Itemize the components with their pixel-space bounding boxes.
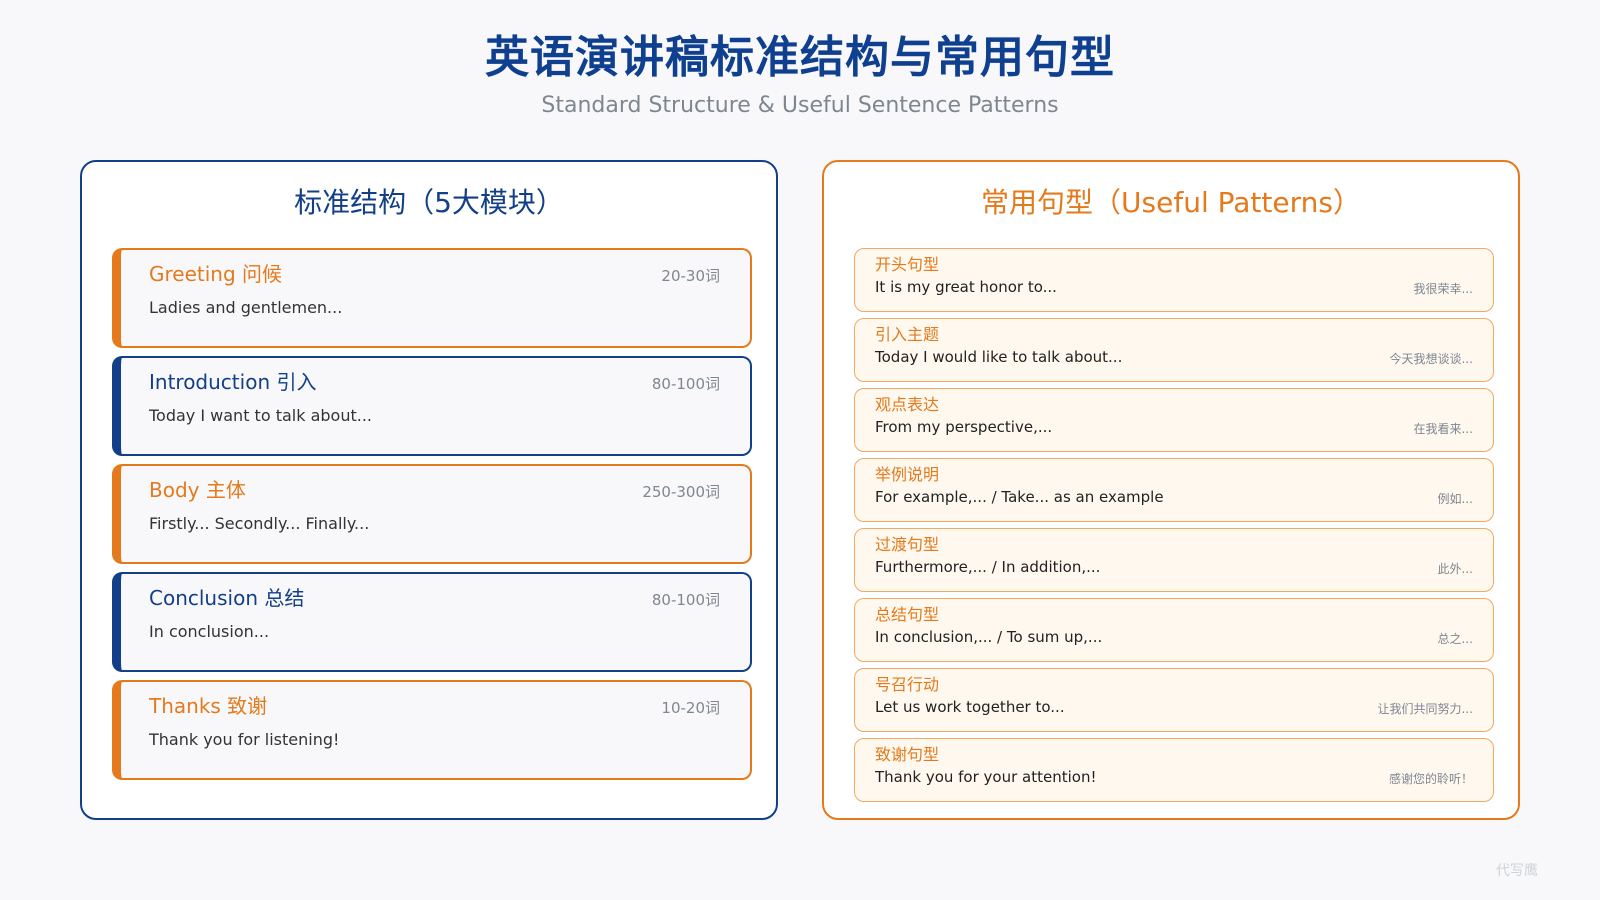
pattern-english: Today I would like to talk about...	[875, 348, 1123, 367]
pattern-title: 开头句型	[875, 255, 940, 274]
pattern-card-summary: 总结句型 In conclusion,... / To sum up,... 总…	[854, 598, 1494, 662]
module-card-thanks: Thanks 致谢 10-20词 Thank you for listening…	[112, 680, 752, 780]
patterns-panel-title: 常用句型（Useful Patterns）	[981, 186, 1361, 219]
module-word-count: 80-100词	[651, 591, 720, 609]
pattern-english: From my perspective,...	[875, 418, 1053, 437]
module-title: Introduction 引入	[149, 370, 317, 394]
pattern-card-example: 举例说明 For example,... / Take... as an exa…	[854, 458, 1494, 522]
pattern-card-transition: 过渡句型 Furthermore,... / In addition,... 此…	[854, 528, 1494, 592]
page-title: 英语演讲稿标准结构与常用句型	[485, 32, 1115, 83]
module-card-conclusion: Conclusion 总结 80-100词 In conclusion...	[112, 572, 752, 672]
module-word-count: 10-20词	[661, 699, 720, 717]
pattern-chinese: 让我们共同努力...	[1377, 702, 1473, 716]
pattern-chinese: 总之...	[1437, 632, 1473, 646]
module-title: Thanks 致谢	[149, 694, 268, 718]
page-subtitle: Standard Structure & Useful Sentence Pat…	[541, 93, 1059, 118]
module-example: Today I want to talk about...	[149, 406, 372, 425]
module-title: Conclusion 总结	[149, 586, 305, 610]
module-example: Thank you for listening!	[149, 730, 340, 749]
header: 英语演讲稿标准结构与常用句型 Standard Structure & Usef…	[0, 30, 1600, 119]
structure-panel-title: 标准结构（5大模块）	[294, 186, 564, 219]
module-example: Firstly... Secondly... Finally...	[149, 514, 370, 533]
module-word-count: 20-30词	[661, 267, 720, 285]
module-word-count: 250-300词	[642, 483, 720, 501]
pattern-chinese: 感谢您的聆听！	[1388, 772, 1473, 786]
pattern-card-call-to-action: 号召行动 Let us work together to... 让我们共同努力.…	[854, 668, 1494, 732]
module-example: In conclusion...	[149, 622, 270, 641]
structure-panel: 标准结构（5大模块） Greeting 问候 20-30词 Ladies and…	[80, 160, 778, 820]
pattern-card-opinion: 观点表达 From my perspective,... 在我看来...	[854, 388, 1494, 452]
module-title: Greeting 问候	[149, 262, 283, 286]
module-card-body: Body 主体 250-300词 Firstly... Secondly... …	[112, 464, 752, 564]
pattern-chinese: 此外...	[1437, 562, 1473, 576]
pattern-card-topic: 引入主题 Today I would like to talk about...…	[854, 318, 1494, 382]
pattern-card-thanks: 致谢句型 Thank you for your attention! 感谢您的聆…	[854, 738, 1494, 802]
pattern-english: For example,... / Take... as an example	[875, 488, 1164, 507]
pattern-card-opening: 开头句型 It is my great honor to... 我很荣幸...	[854, 248, 1494, 312]
pattern-title: 致谢句型	[875, 745, 940, 764]
pattern-chinese: 今天我想谈谈...	[1389, 352, 1473, 366]
pattern-chinese: 例如...	[1437, 492, 1473, 506]
patterns-panel: 常用句型（Useful Patterns） 开头句型 It is my grea…	[822, 160, 1520, 820]
module-title: Body 主体	[149, 478, 246, 502]
pattern-chinese: 我很荣幸...	[1413, 282, 1473, 296]
module-card-greeting: Greeting 问候 20-30词 Ladies and gentlemen.…	[112, 248, 752, 348]
pattern-english: In conclusion,... / To sum up,...	[875, 628, 1103, 647]
pattern-title: 观点表达	[875, 395, 940, 414]
pattern-title: 引入主题	[875, 325, 940, 344]
pattern-english: It is my great honor to...	[875, 278, 1057, 297]
pattern-title: 举例说明	[875, 465, 940, 484]
module-example: Ladies and gentlemen...	[149, 298, 343, 317]
pattern-chinese: 在我看来...	[1413, 422, 1473, 436]
pattern-english: Furthermore,... / In addition,...	[875, 558, 1101, 577]
pattern-title: 总结句型	[875, 605, 940, 624]
watermark: 代写鹰	[1496, 863, 1538, 879]
pattern-title: 过渡句型	[875, 535, 940, 554]
pattern-english: Thank you for your attention!	[875, 768, 1097, 787]
module-card-introduction: Introduction 引入 80-100词 Today I want to …	[112, 356, 752, 456]
pattern-title: 号召行动	[875, 675, 940, 694]
module-word-count: 80-100词	[651, 375, 720, 393]
